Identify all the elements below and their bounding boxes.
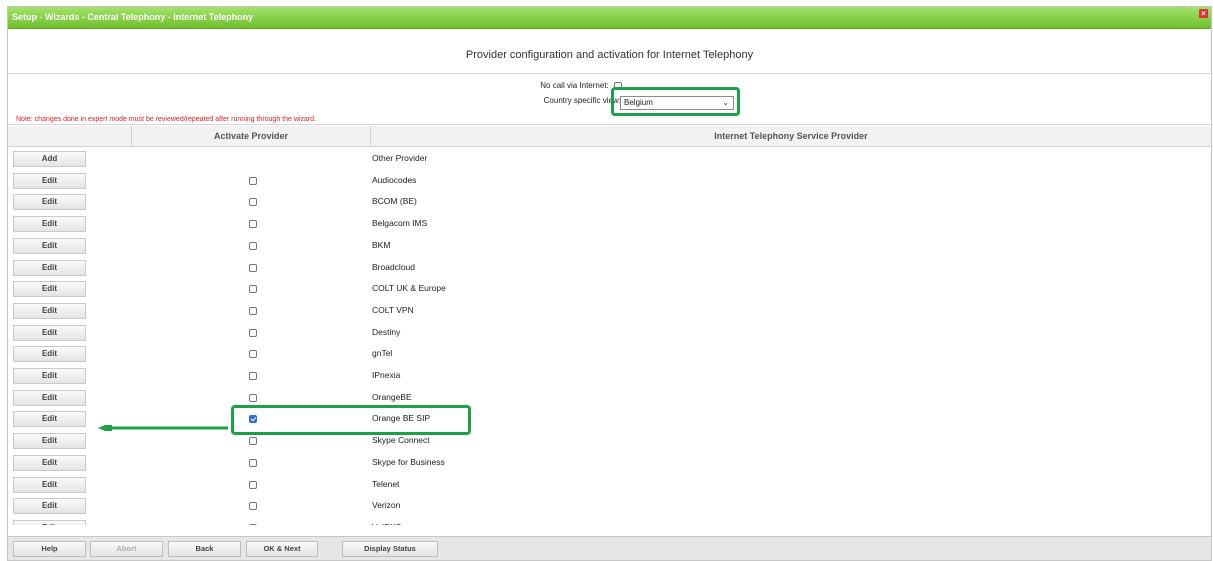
country-label: Country specific view:: [543, 96, 621, 105]
table-row: Edit BKM: [8, 235, 1211, 257]
table-row: Edit Skype for Business: [8, 452, 1211, 474]
footer-bar: Help Abort Back OK & Next Display Status: [8, 536, 1211, 560]
activate-provider-checkbox[interactable]: [249, 480, 257, 489]
header-activate-provider: Activate Provider: [131, 126, 371, 146]
edit-provider-button[interactable]: Edit: [13, 433, 86, 450]
table-row: Edit Telenet: [8, 474, 1211, 496]
provider-name: COLT UK & Europe: [372, 283, 446, 294]
provider-table: Add Other Provider Edit Audiocodes Edit BCOM …: [8, 148, 1211, 525]
edit-provider-button[interactable]: Edit: [13, 281, 86, 298]
activate-provider-checkbox[interactable]: [249, 241, 257, 250]
provider-name: VoIPXS: [372, 522, 401, 525]
provider-name: Belgacom IMS: [372, 218, 428, 229]
title-bar: Setup - Wizards - Central Telephony - In…: [8, 7, 1211, 29]
provider-name: COLT VPN: [372, 304, 414, 315]
provider-name: Skype Connect: [372, 435, 430, 446]
table-row: Add Other Provider: [8, 148, 1211, 170]
edit-provider-button[interactable]: Edit: [13, 519, 86, 525]
header-service-provider: Internet Telephony Service Provider: [714, 131, 868, 141]
edit-provider-button[interactable]: Edit: [13, 194, 86, 211]
window-title: Setup - Wizards - Central Telephony - In…: [12, 12, 254, 22]
edit-provider-button[interactable]: Edit: [13, 172, 86, 189]
activate-provider-checkbox[interactable]: [249, 393, 257, 402]
provider-name: BKM: [372, 239, 391, 250]
edit-provider-button[interactable]: Edit: [13, 324, 86, 341]
activate-provider-checkbox[interactable]: [249, 523, 257, 525]
activate-provider-checkbox[interactable]: [249, 285, 257, 294]
table-header: Activate Provider Internet Telephony Ser…: [8, 126, 1211, 147]
table-row: Edit VoIPXS: [8, 517, 1211, 525]
provider-name: Telenet: [372, 478, 400, 489]
activate-provider-checkbox[interactable]: [249, 263, 257, 272]
table-row: Edit BCOM (BE): [8, 191, 1211, 213]
table-row: Edit IPnexia: [8, 365, 1211, 387]
table-row: Edit Verizon: [8, 495, 1211, 517]
edit-provider-button[interactable]: Edit: [13, 259, 86, 276]
activate-provider-checkbox[interactable]: [249, 502, 257, 511]
edit-provider-button[interactable]: Edit: [13, 368, 86, 384]
table-row: Edit COLT VPN: [8, 300, 1211, 322]
arrow-left-icon: [98, 425, 228, 431]
activate-provider-checkbox[interactable]: [249, 328, 257, 337]
edit-provider-button[interactable]: Edit: [13, 389, 86, 406]
activate-provider-checkbox[interactable]: [249, 220, 257, 229]
table-row: Edit Skype Connect: [8, 430, 1211, 452]
table-row: Edit OrangeBE: [8, 387, 1211, 409]
country-option: Country specific view:: [544, 96, 621, 105]
close-icon[interactable]: ×: [1199, 9, 1208, 18]
table-row: Edit gnTel: [8, 343, 1211, 365]
edit-provider-button[interactable]: Edit: [13, 237, 86, 254]
no-call-option: No call via Internet:: [540, 81, 622, 90]
options-panel: No call via Internet: Country specific v…: [8, 74, 1211, 125]
selected-provider-highlight: [231, 405, 471, 435]
edit-provider-button[interactable]: Edit: [13, 411, 86, 428]
activate-provider-checkbox[interactable]: [249, 198, 257, 207]
provider-name: Destiny: [372, 326, 401, 337]
activate-provider-checkbox[interactable]: [249, 176, 257, 185]
table-row: Edit Belgacom IMS: [8, 213, 1211, 235]
edit-provider-button[interactable]: Edit: [13, 346, 86, 363]
no-call-label: No call via Internet:: [540, 81, 609, 90]
add-provider-button[interactable]: Add: [13, 151, 86, 167]
abort-button[interactable]: Abort: [90, 541, 163, 557]
ok-next-button[interactable]: OK & Next: [246, 541, 318, 557]
page-header: Provider configuration and activation fo…: [8, 29, 1211, 74]
activate-provider-checkbox[interactable]: [249, 458, 257, 467]
wizard-window: Setup - Wizards - Central Telephony - In…: [7, 6, 1212, 561]
edit-provider-button[interactable]: Edit: [13, 216, 86, 233]
expert-mode-note: Note: changes done in expert mode must b…: [16, 116, 317, 123]
provider-name: IPnexia: [372, 370, 401, 380]
help-button[interactable]: Help: [13, 541, 86, 557]
edit-provider-button[interactable]: Edit: [13, 302, 86, 319]
provider-name: Verizon: [372, 500, 401, 511]
provider-name: Audiocodes: [372, 174, 417, 185]
provider-name: Broadcloud: [372, 261, 416, 272]
activate-provider-checkbox[interactable]: [249, 437, 257, 446]
back-button[interactable]: Back: [168, 541, 241, 557]
edit-provider-button[interactable]: Edit: [13, 476, 86, 493]
table-row: Edit Audiocodes: [8, 170, 1211, 192]
provider-name: gnTel: [372, 348, 393, 359]
edit-provider-button[interactable]: Edit: [13, 454, 86, 471]
provider-name: OrangeBE: [372, 391, 412, 402]
activate-provider-checkbox[interactable]: [249, 306, 257, 315]
display-status-button[interactable]: Display Status: [342, 541, 438, 557]
page-title: Provider configuration and activation fo…: [465, 49, 754, 61]
country-select-highlight: [611, 87, 740, 116]
table-row: Edit COLT UK & Europe: [8, 278, 1211, 300]
provider-name: Other Provider: [372, 153, 428, 163]
edit-provider-button[interactable]: Edit: [13, 498, 86, 515]
table-row: Edit Broadcloud: [8, 257, 1211, 279]
provider-name: Skype for Business: [372, 456, 445, 467]
activate-provider-checkbox[interactable]: [249, 372, 257, 380]
table-row: Edit Destiny: [8, 322, 1211, 344]
provider-name: BCOM (BE): [372, 196, 417, 207]
activate-provider-checkbox[interactable]: [249, 350, 257, 359]
